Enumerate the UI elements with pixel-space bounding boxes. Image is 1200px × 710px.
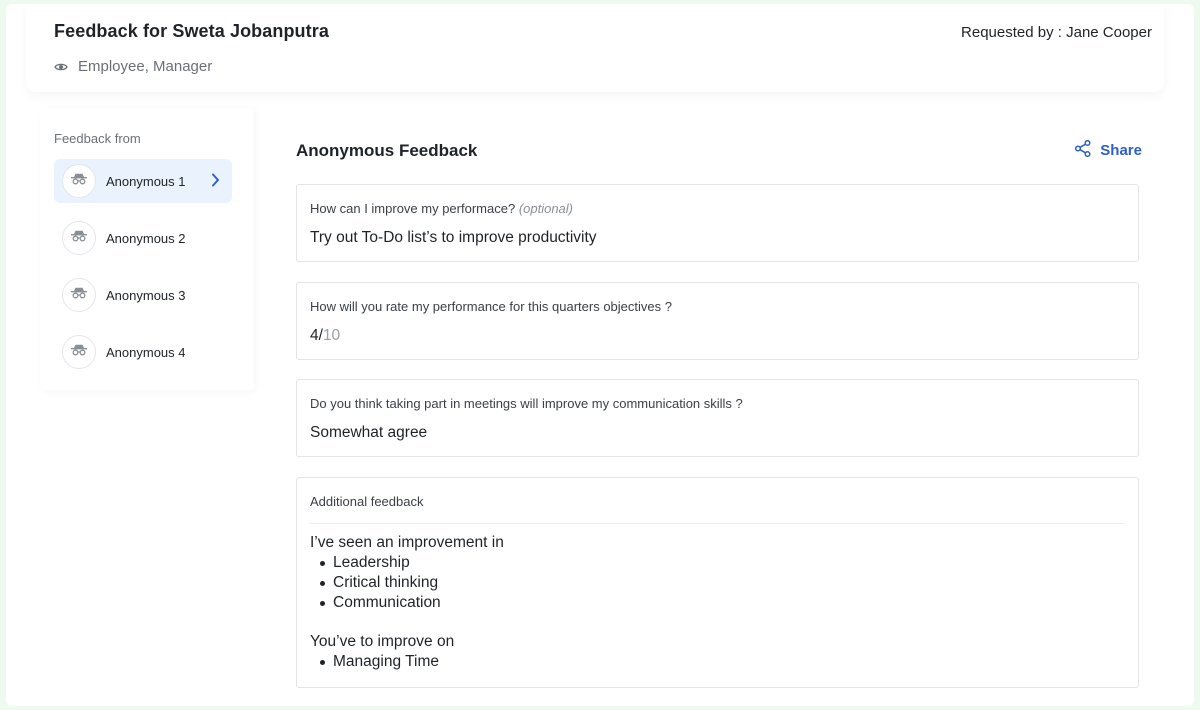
sidebar-item-label: Anonymous 2	[106, 230, 186, 246]
to-improve-list: Managing Time	[310, 652, 504, 672]
requested-by: Requested by : Jane Cooper	[961, 24, 1152, 41]
sidebar-item-anonymous-4[interactable]: Anonymous 4	[54, 330, 232, 374]
question-text: How can I improve my performace? (option…	[310, 201, 573, 216]
rating-score: 4/	[310, 327, 323, 344]
sidebar-item-label: Anonymous 1	[106, 173, 186, 189]
page-title: Feedback for Sweta Jobanputra	[54, 21, 329, 41]
additional-feedback-label: Additional feedback	[310, 494, 424, 509]
incognito-icon	[70, 172, 88, 190]
avatar	[62, 164, 96, 198]
sidebar-item-anonymous-2[interactable]: Anonymous 2	[54, 216, 232, 260]
share-button[interactable]: Share	[1075, 139, 1142, 161]
list-item: Leadership	[318, 553, 504, 573]
incognito-icon	[70, 343, 88, 361]
avatar	[62, 278, 96, 312]
answer-text: Somewhat agree	[310, 424, 428, 441]
list-item: Communication	[318, 593, 504, 613]
section-title: Anonymous Feedback	[296, 141, 478, 160]
optional-tag: (optional)	[518, 201, 574, 216]
chevron-right-icon	[211, 173, 220, 192]
share-icon	[1075, 139, 1091, 161]
sidebar-item-anonymous-3[interactable]: Anonymous 3	[54, 273, 232, 317]
visibility-info: Employee, Manager	[54, 58, 212, 75]
question-label: How can I improve my performace?	[310, 201, 516, 216]
sidebar-item-label: Anonymous 3	[106, 287, 186, 303]
eye-icon	[54, 62, 68, 72]
rating-value: 4/10	[310, 327, 340, 345]
sidebar-item-anonymous-1[interactable]: Anonymous 1	[54, 159, 232, 203]
rating-max: 10	[322, 327, 341, 344]
question-card-2: How will you rate my performance for thi…	[296, 282, 1139, 360]
page-header: Feedback for Sweta Jobanputra Employee, …	[26, 4, 1164, 92]
feedback-from-sidebar: Feedback from Anonymous 1 Anonymous 2 An…	[40, 108, 254, 390]
additional-feedback-card: Additional feedback I’ve seen an improve…	[296, 477, 1139, 688]
avatar	[62, 335, 96, 369]
question-card-3: Do you think taking part in meetings wil…	[296, 379, 1139, 457]
question-text: Do you think taking part in meetings wil…	[310, 396, 743, 411]
app-frame: Feedback for Sweta Jobanputra Employee, …	[6, 4, 1194, 706]
answer-text: Try out To-Do list’s to improve producti…	[310, 229, 597, 246]
to-improve-heading: You’ve to improve on	[310, 633, 455, 650]
improved-list: Leadership Critical thinking Communicati…	[310, 553, 504, 613]
incognito-icon	[70, 229, 88, 247]
sidebar-item-label: Anonymous 4	[106, 344, 186, 360]
improved-heading: I’ve seen an improvement in	[310, 534, 504, 551]
question-card-1: How can I improve my performace? (option…	[296, 184, 1139, 262]
incognito-icon	[70, 286, 88, 304]
visibility-label: Employee, Manager	[78, 58, 213, 75]
divider	[310, 523, 1125, 524]
avatar	[62, 221, 96, 255]
share-label: Share	[1100, 142, 1142, 159]
question-text: How will you rate my performance for thi…	[310, 299, 672, 314]
list-item: Critical thinking	[318, 573, 504, 593]
additional-feedback-body: I’ve seen an improvement in Leadership C…	[310, 533, 504, 672]
sidebar-label: Feedback from	[54, 131, 141, 146]
list-item: Managing Time	[318, 652, 504, 672]
feedback-panel: Anonymous Feedback Share How can I impro…	[268, 108, 1170, 706]
